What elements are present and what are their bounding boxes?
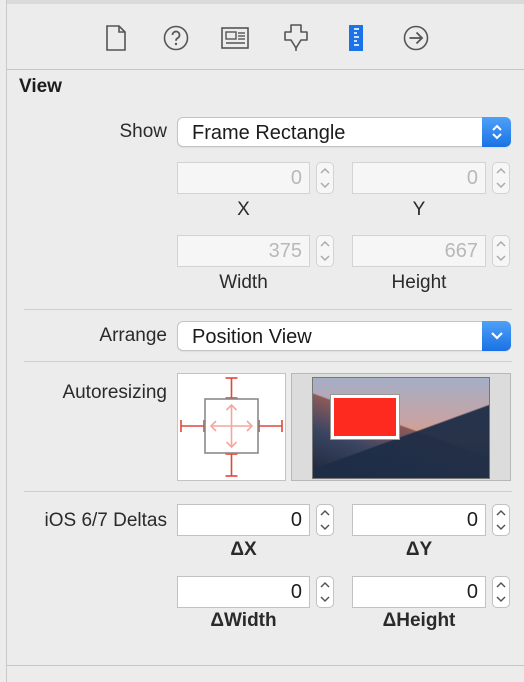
arrange-popup-value: Position View [192,326,312,348]
autoresizing-label: Autoresizing [62,382,167,403]
stepper-down-icon[interactable] [317,592,333,607]
delta-y-stepper[interactable] [492,504,510,536]
section-title: View [19,76,62,97]
delta-height-stepper[interactable] [492,576,510,608]
stepper-down-icon[interactable] [317,178,333,193]
frame-width-field[interactable]: 375 [177,235,310,267]
frame-y-label: Y [412,199,426,220]
identity-inspector-icon[interactable] [221,24,249,52]
frame-height-stepper[interactable] [492,235,510,267]
frame-y-stepper[interactable] [492,162,510,194]
stepper-up-icon[interactable] [493,505,509,520]
file-inspector-icon[interactable] [102,24,130,52]
attributes-inspector-icon[interactable] [282,24,310,52]
delta-y-field[interactable]: 0 [352,504,486,536]
stepper-up-icon[interactable] [493,577,509,592]
frame-height-label: Height [391,272,447,293]
autoresizing-mask-editor[interactable] [177,373,286,481]
stepper-down-icon[interactable] [493,592,509,607]
divider [24,491,512,492]
stepper-down-icon[interactable] [317,251,333,266]
deltas-label: iOS 6/7 Deltas [44,510,168,531]
divider [7,665,524,666]
stepper-up-icon[interactable] [317,577,333,592]
frame-x-stepper[interactable] [316,162,334,194]
toolbar-divider [7,69,524,70]
show-popup-value: Frame Rectangle [192,122,346,144]
stepper-down-icon[interactable] [493,178,509,193]
divider [24,309,512,310]
autoresizing-preview-view-fill [334,398,396,436]
size-inspector-icon[interactable] [342,24,370,52]
stepper-down-icon[interactable] [493,520,509,535]
inspector-toolbar [7,0,524,70]
delta-y-label: ΔY [405,539,433,560]
arrange-label: Arrange [99,325,167,346]
stepper-up-icon[interactable] [493,163,509,178]
arrange-popup[interactable]: Position View [177,321,511,351]
connections-inspector-icon[interactable] [402,24,430,52]
frame-x-label: X [237,199,250,220]
updown-chevron-icon [482,117,511,147]
panel-left-border [6,0,7,682]
toolbar-top-strip [7,0,524,4]
delta-width-field[interactable]: 0 [177,576,310,608]
frame-x-field[interactable]: 0 [177,162,310,194]
frame-height-field[interactable]: 667 [352,235,486,267]
stepper-up-icon[interactable] [317,163,333,178]
frame-width-stepper[interactable] [316,235,334,267]
delta-height-label: ΔHeight [382,610,456,631]
frame-width-label: Width [219,272,268,293]
delta-width-label: ΔWidth [210,610,277,631]
chevron-down-icon [482,321,511,351]
delta-width-stepper[interactable] [316,576,334,608]
delta-x-stepper[interactable] [316,504,334,536]
quick-help-icon[interactable] [162,24,190,52]
delta-x-label: ΔX [230,539,257,560]
stepper-down-icon[interactable] [317,520,333,535]
delta-x-field[interactable]: 0 [177,504,310,536]
stepper-up-icon[interactable] [493,236,509,251]
show-label: Show [119,121,167,142]
stepper-up-icon[interactable] [317,236,333,251]
stepper-up-icon[interactable] [317,505,333,520]
divider [24,361,512,362]
delta-height-field[interactable]: 0 [352,576,486,608]
frame-y-field[interactable]: 0 [352,162,486,194]
stepper-down-icon[interactable] [493,251,509,266]
show-popup[interactable]: Frame Rectangle [177,117,511,147]
